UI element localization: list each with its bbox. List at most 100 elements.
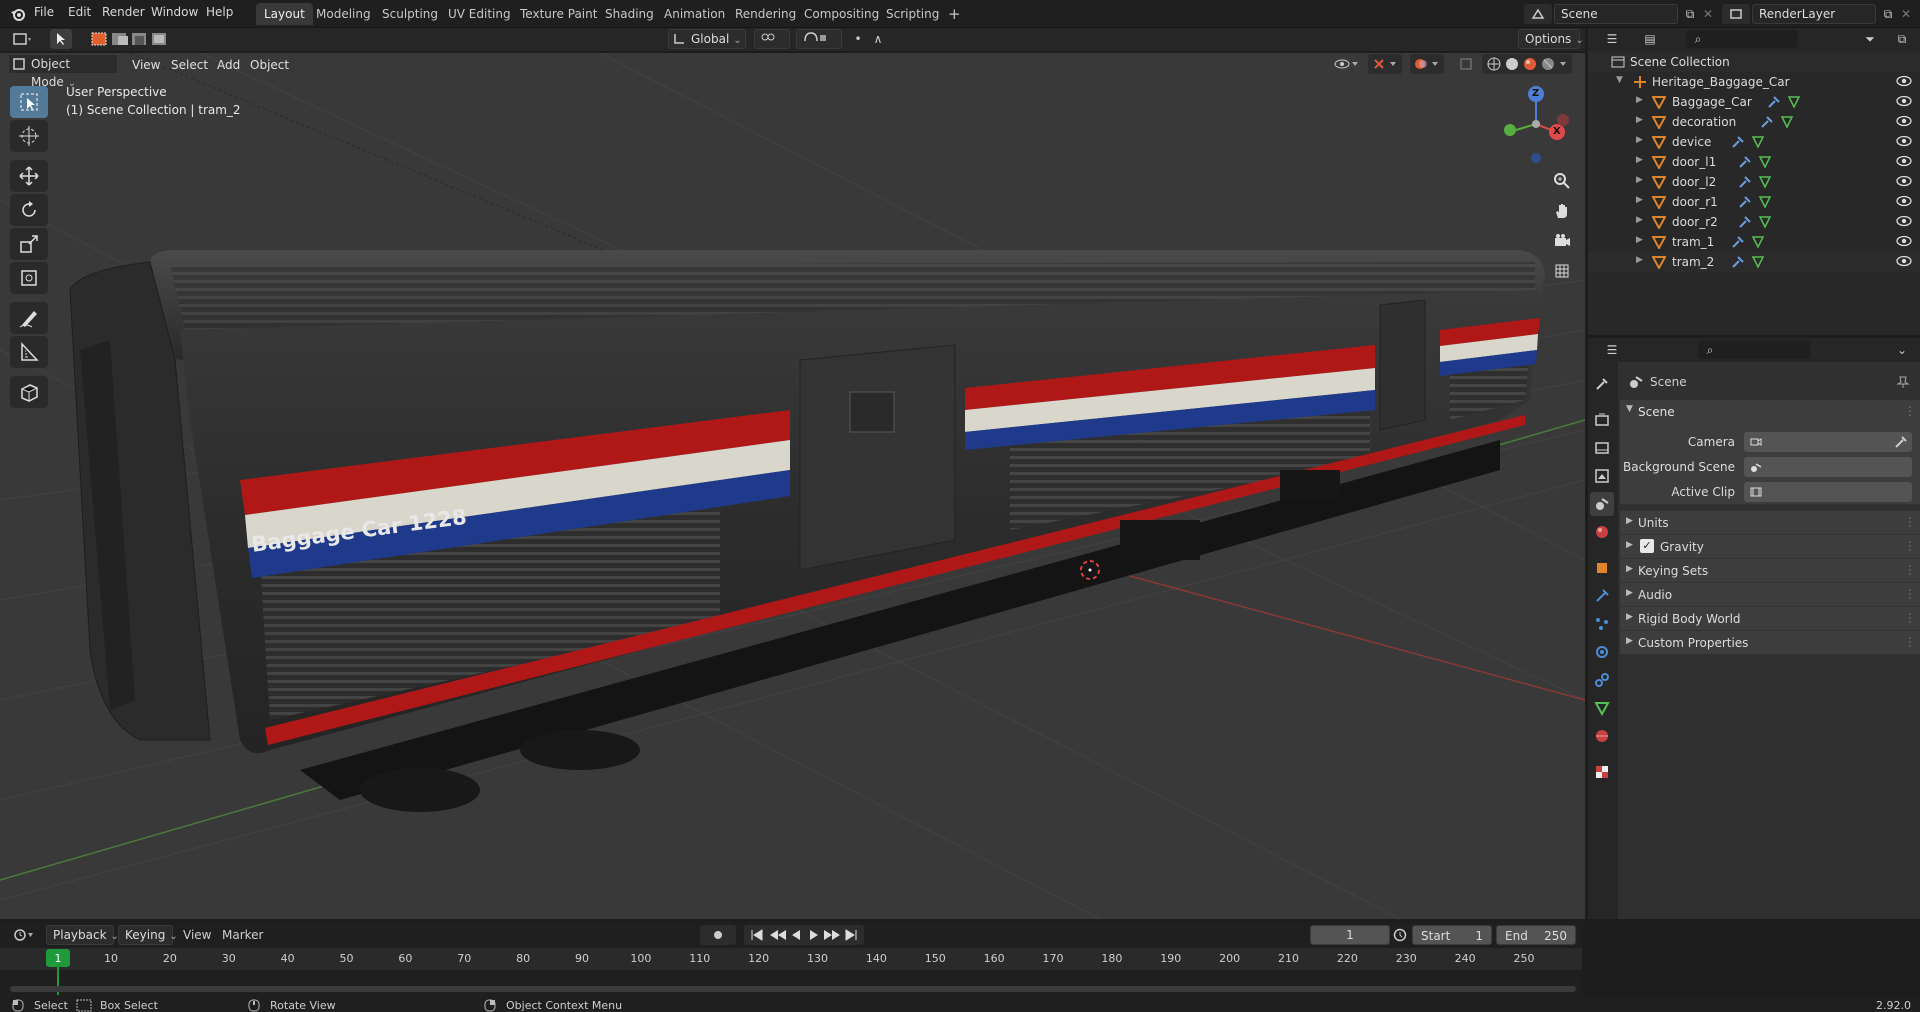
gravity-checkbox[interactable]: ✓	[1640, 539, 1654, 553]
mesh-data-icon[interactable]	[1758, 215, 1772, 229]
expand-arrow-icon[interactable]: ▶	[1636, 115, 1643, 125]
mesh-data-icon[interactable]	[1787, 95, 1801, 109]
drag-handle-icon[interactable]: ⋮⋮	[1904, 539, 1920, 553]
eyedropper-icon[interactable]	[1894, 435, 1908, 449]
3d-viewport[interactable]: Baggage Car 1228	[0, 53, 1585, 919]
properties-options-icon[interactable]: ⌄	[1892, 341, 1912, 359]
menu-edit[interactable]: Edit	[68, 5, 91, 19]
drag-handle-icon[interactable]: ⋮⋮	[1904, 611, 1920, 625]
shading-mode-icons[interactable]	[1482, 54, 1572, 74]
record-icon[interactable]	[700, 925, 736, 945]
tab-compositing[interactable]: Compositing	[796, 3, 887, 25]
outliner-item[interactable]: ▶ device	[1588, 132, 1920, 152]
playback-dropdown[interactable]: Playback	[46, 925, 114, 945]
new-collection-icon[interactable]: ⧉	[1892, 30, 1912, 48]
active-clip-field[interactable]	[1744, 482, 1912, 502]
object-tab-icon[interactable]	[1590, 556, 1614, 580]
new-scene-icon[interactable]: ⧉	[1680, 4, 1700, 24]
mesh-data-icon[interactable]	[1751, 135, 1765, 149]
perspective-toggle-icon[interactable]	[1549, 258, 1575, 284]
tab-modeling[interactable]: Modeling	[308, 3, 379, 25]
particles-tab-icon[interactable]	[1590, 612, 1614, 636]
modifier-wrench-icon[interactable]	[1760, 115, 1774, 129]
keying-dropdown[interactable]: Keying	[118, 925, 173, 945]
scene-selector-icon[interactable]	[1524, 4, 1552, 24]
timeline-menu-view[interactable]: View	[183, 928, 211, 942]
expand-arrow-icon[interactable]: ▼	[1616, 75, 1623, 85]
tab-animation[interactable]: Animation	[656, 3, 733, 25]
delete-layer-icon[interactable]: ✕	[1898, 4, 1914, 24]
outliner-item[interactable]: ▶ door_l1	[1588, 152, 1920, 172]
visibility-eye-icon[interactable]	[1896, 255, 1912, 267]
editor-type-icon[interactable]	[8, 30, 38, 48]
outliner-collection-row[interactable]: ▼ Heritage_Baggage_Car	[1588, 72, 1920, 92]
playback-controls[interactable]	[744, 925, 864, 945]
modifier-wrench-icon[interactable]	[1738, 215, 1752, 229]
modifier-wrench-icon[interactable]	[1731, 135, 1745, 149]
background-scene-field[interactable]	[1744, 457, 1912, 477]
options-dropdown[interactable]: Options	[1518, 29, 1580, 49]
expand-arrow-icon[interactable]: ▶	[1636, 155, 1643, 165]
expand-arrow-icon[interactable]: ▶	[1636, 175, 1643, 185]
visibility-eye-icon[interactable]	[1896, 155, 1912, 167]
section-units[interactable]: ▶ Units ⋮⋮	[1620, 510, 1920, 534]
section-rigid-body-world[interactable]: ▶ Rigid Body World ⋮⋮	[1620, 606, 1920, 630]
tool-scale[interactable]	[10, 228, 48, 260]
pivot-point-dropdown[interactable]	[754, 29, 790, 49]
expand-arrow-icon[interactable]: ▶	[1636, 255, 1643, 265]
tool-add-cube[interactable]	[10, 376, 48, 408]
tab-rendering[interactable]: Rendering	[727, 3, 804, 25]
mesh-data-icon[interactable]	[1758, 175, 1772, 189]
visibility-eye-icon[interactable]	[1896, 175, 1912, 187]
outliner-item[interactable]: ▶ door_r1	[1588, 192, 1920, 212]
tool-rotate[interactable]	[10, 194, 48, 226]
pan-hand-icon[interactable]	[1549, 198, 1575, 224]
viewport-menu-object[interactable]: Object	[250, 58, 289, 72]
modifier-wrench-icon[interactable]	[1738, 155, 1752, 169]
tool-cursor[interactable]	[10, 120, 48, 152]
visibility-eye-icon[interactable]	[1896, 115, 1912, 127]
proportional-edit-icon[interactable]: •	[848, 29, 868, 49]
mesh-data-icon[interactable]	[1751, 255, 1765, 269]
menu-help[interactable]: Help	[206, 5, 233, 19]
drag-handle-icon[interactable]: ⋮⋮	[1904, 404, 1920, 418]
data-tab-icon[interactable]	[1590, 696, 1614, 720]
physics-tab-icon[interactable]	[1590, 640, 1614, 664]
tab-texture-paint[interactable]: Texture Paint	[512, 3, 605, 25]
world-tab-icon[interactable]	[1590, 520, 1614, 544]
display-mode-icon[interactable]: ▤	[1636, 30, 1664, 48]
tab-sculpting[interactable]: Sculpting	[374, 3, 446, 25]
modifier-wrench-icon[interactable]	[1731, 235, 1745, 249]
mesh-data-icon[interactable]	[1780, 115, 1794, 129]
timeline-editor-icon[interactable]	[10, 925, 38, 945]
tool-annotate[interactable]	[10, 302, 48, 334]
mesh-data-icon[interactable]	[1758, 155, 1772, 169]
viewport-menu-select[interactable]: Select	[171, 58, 208, 72]
section-custom-properties[interactable]: ▶ Custom Properties ⋮⋮	[1620, 630, 1920, 654]
outliner-item[interactable]: ▶ Baggage_Car	[1588, 92, 1920, 112]
visibility-eye-icon[interactable]	[1896, 95, 1912, 107]
outliner-item[interactable]: ▶ tram_2	[1588, 252, 1920, 272]
blender-logo-icon[interactable]	[8, 5, 28, 23]
section-gravity[interactable]: ▶ ✓ Gravity ⋮⋮	[1620, 534, 1920, 558]
drag-handle-icon[interactable]: ⋮⋮	[1904, 635, 1920, 649]
pin-icon[interactable]	[1896, 375, 1910, 389]
visibility-eye-icon[interactable]	[1896, 215, 1912, 227]
expand-arrow-icon[interactable]: ▶	[1636, 135, 1643, 145]
menu-window[interactable]: Window	[151, 5, 198, 19]
menu-render[interactable]: Render	[102, 5, 145, 19]
current-frame-field[interactable]: 1	[1310, 925, 1390, 945]
delete-scene-icon[interactable]: ✕	[1700, 4, 1716, 24]
render-layer-field[interactable]: RenderLayer	[1752, 4, 1876, 24]
overlays-icon[interactable]	[1410, 54, 1444, 74]
outliner-editor-icon[interactable]: ☰	[1598, 30, 1626, 48]
constraints-tab-icon[interactable]	[1590, 668, 1614, 692]
modifier-wrench-icon[interactable]	[1738, 195, 1752, 209]
zoom-icon[interactable]	[1549, 168, 1575, 194]
viewport-menu-view[interactable]: View	[132, 58, 160, 72]
tool-measure[interactable]	[10, 336, 48, 368]
xray-icon[interactable]	[1456, 54, 1476, 74]
scene-name-field[interactable]: Scene	[1554, 4, 1678, 24]
render-tab-icon[interactable]	[1590, 408, 1614, 432]
drag-handle-icon[interactable]: ⋮⋮	[1904, 587, 1920, 601]
